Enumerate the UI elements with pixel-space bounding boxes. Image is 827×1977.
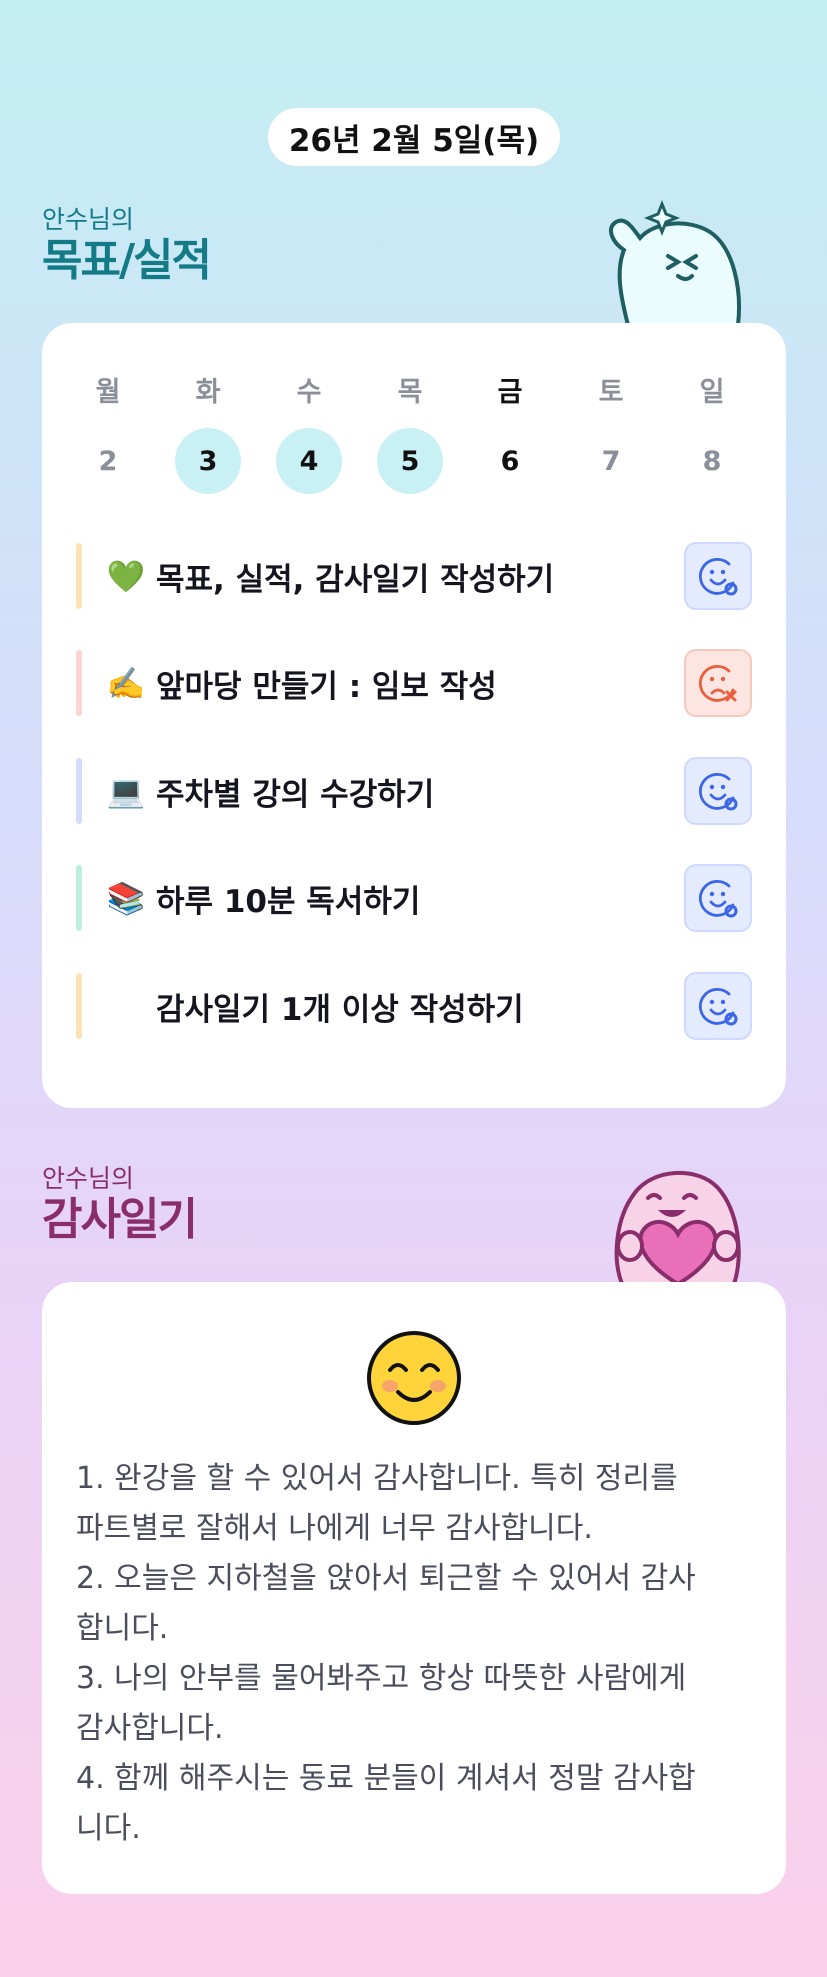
goal-color-bar xyxy=(76,650,82,716)
goal-item[interactable]: ✍️ 앞마당 만들기 : 임보 작성 xyxy=(76,649,752,717)
gratitude-line: 1. 완강을 할 수 있어서 감사합니다. 특히 정리를 xyxy=(76,1461,678,1496)
goals-title: 목표/실적 xyxy=(42,235,212,286)
gratitude-card: 1. 완강을 할 수 있어서 감사합니다. 특히 정리를파트별로 잘해서 나에게… xyxy=(42,1282,786,1894)
goal-text: 하루 10분 독서하기 xyxy=(156,883,421,920)
gratitude-line: 감사합니다. xyxy=(76,1711,224,1746)
date-row: 2345678 xyxy=(42,428,786,494)
gratitude-line: 3. 나의 안부를 물어봐주고 항상 따뜻한 사람에게 xyxy=(76,1661,687,1696)
goal-text: 감사일기 1개 이상 작성하기 xyxy=(156,991,524,1028)
goal-color-bar xyxy=(76,973,82,1039)
date-cell[interactable]: 6 xyxy=(477,428,543,494)
date-pill: 26년 2월 5일(목) xyxy=(268,108,560,166)
cheering-mascot-icon xyxy=(608,199,741,325)
date-cell[interactable]: 7 xyxy=(578,428,644,494)
goal-item[interactable]: 💚 목표, 실적, 감사일기 작성하기 xyxy=(76,542,752,610)
goals-section-header: 안수님의 목표/실적 xyxy=(42,205,212,287)
writing-hand-icon: ✍️ xyxy=(106,665,146,702)
goal-text: 앞마당 만들기 : 임보 작성 xyxy=(156,668,497,705)
weekday-label: 화 xyxy=(195,376,221,408)
green-heart-icon: 💚 xyxy=(106,558,146,595)
goal-status-fail-icon[interactable] xyxy=(684,649,752,717)
date-cell[interactable]: 8 xyxy=(679,428,745,494)
gratitude-title: 감사일기 xyxy=(42,1194,198,1245)
goal-item[interactable]: 감사일기 1개 이상 작성하기 xyxy=(76,972,752,1040)
goal-color-bar xyxy=(76,865,82,931)
gratitude-section-header: 안수님의 감사일기 xyxy=(42,1164,198,1246)
books-icon: 📚 xyxy=(106,880,146,917)
gratitude-line: 4. 함께 해주시는 동료 분들이 계셔서 정말 감사합 xyxy=(76,1761,696,1796)
weekday-label: 수 xyxy=(296,376,322,408)
goal-status-success-icon[interactable] xyxy=(684,542,752,610)
weekday-label: 금 xyxy=(497,376,523,408)
gratitude-owner-label: 안수님의 xyxy=(42,1164,135,1193)
gratitude-line: 니다. xyxy=(76,1811,141,1846)
date-cell[interactable]: 4 xyxy=(276,428,342,494)
weekday-label: 일 xyxy=(699,376,725,408)
weekday-label: 월 xyxy=(95,376,121,408)
date-cell[interactable]: 2 xyxy=(75,428,141,494)
weekday-label: 목 xyxy=(397,376,423,408)
goal-text: 목표, 실적, 감사일기 작성하기 xyxy=(156,561,555,598)
goal-status-success-icon[interactable] xyxy=(684,757,752,825)
weekday-row: 월화수목금토일 xyxy=(42,359,786,419)
goals-card: 월 화 수 목 금 토 일 2345678 💚 목표, 실적, 감사일기 작성하기 ✍️ 앞마당 … xyxy=(42,323,786,1108)
goal-text: 주차별 강의 수강하기 xyxy=(156,776,435,813)
gratitude-line: 합니다. xyxy=(76,1611,169,1646)
date-label: 26년 2월 5일(목) xyxy=(288,122,540,159)
goal-status-success-icon[interactable] xyxy=(684,972,752,1040)
gratitude-line: 2. 오늘은 지하철을 앉아서 퇴근할 수 있어서 감사 xyxy=(76,1561,696,1596)
heart-mascot-icon xyxy=(614,1170,741,1284)
goal-status-success-icon[interactable] xyxy=(684,864,752,932)
date-cell[interactable]: 5 xyxy=(377,428,443,494)
date-cell[interactable]: 3 xyxy=(175,428,241,494)
goal-item[interactable]: 💻 주차별 강의 수강하기 xyxy=(76,757,752,825)
weekday-label: 토 xyxy=(598,376,624,408)
gratitude-line: 파트별로 잘해서 나에게 너무 감사합니다. xyxy=(76,1511,593,1546)
smiling-face-icon xyxy=(367,1331,461,1425)
gratitude-text: 1. 완강을 할 수 있어서 감사합니다. 특히 정리를파트별로 잘해서 나에게… xyxy=(76,1454,766,1854)
goals-owner-label: 안수님의 xyxy=(42,205,135,234)
goal-item[interactable]: 📚 하루 10분 독서하기 xyxy=(76,864,752,932)
laptop-icon: 💻 xyxy=(106,773,146,810)
goal-color-bar xyxy=(76,543,82,609)
goal-color-bar xyxy=(76,758,82,824)
